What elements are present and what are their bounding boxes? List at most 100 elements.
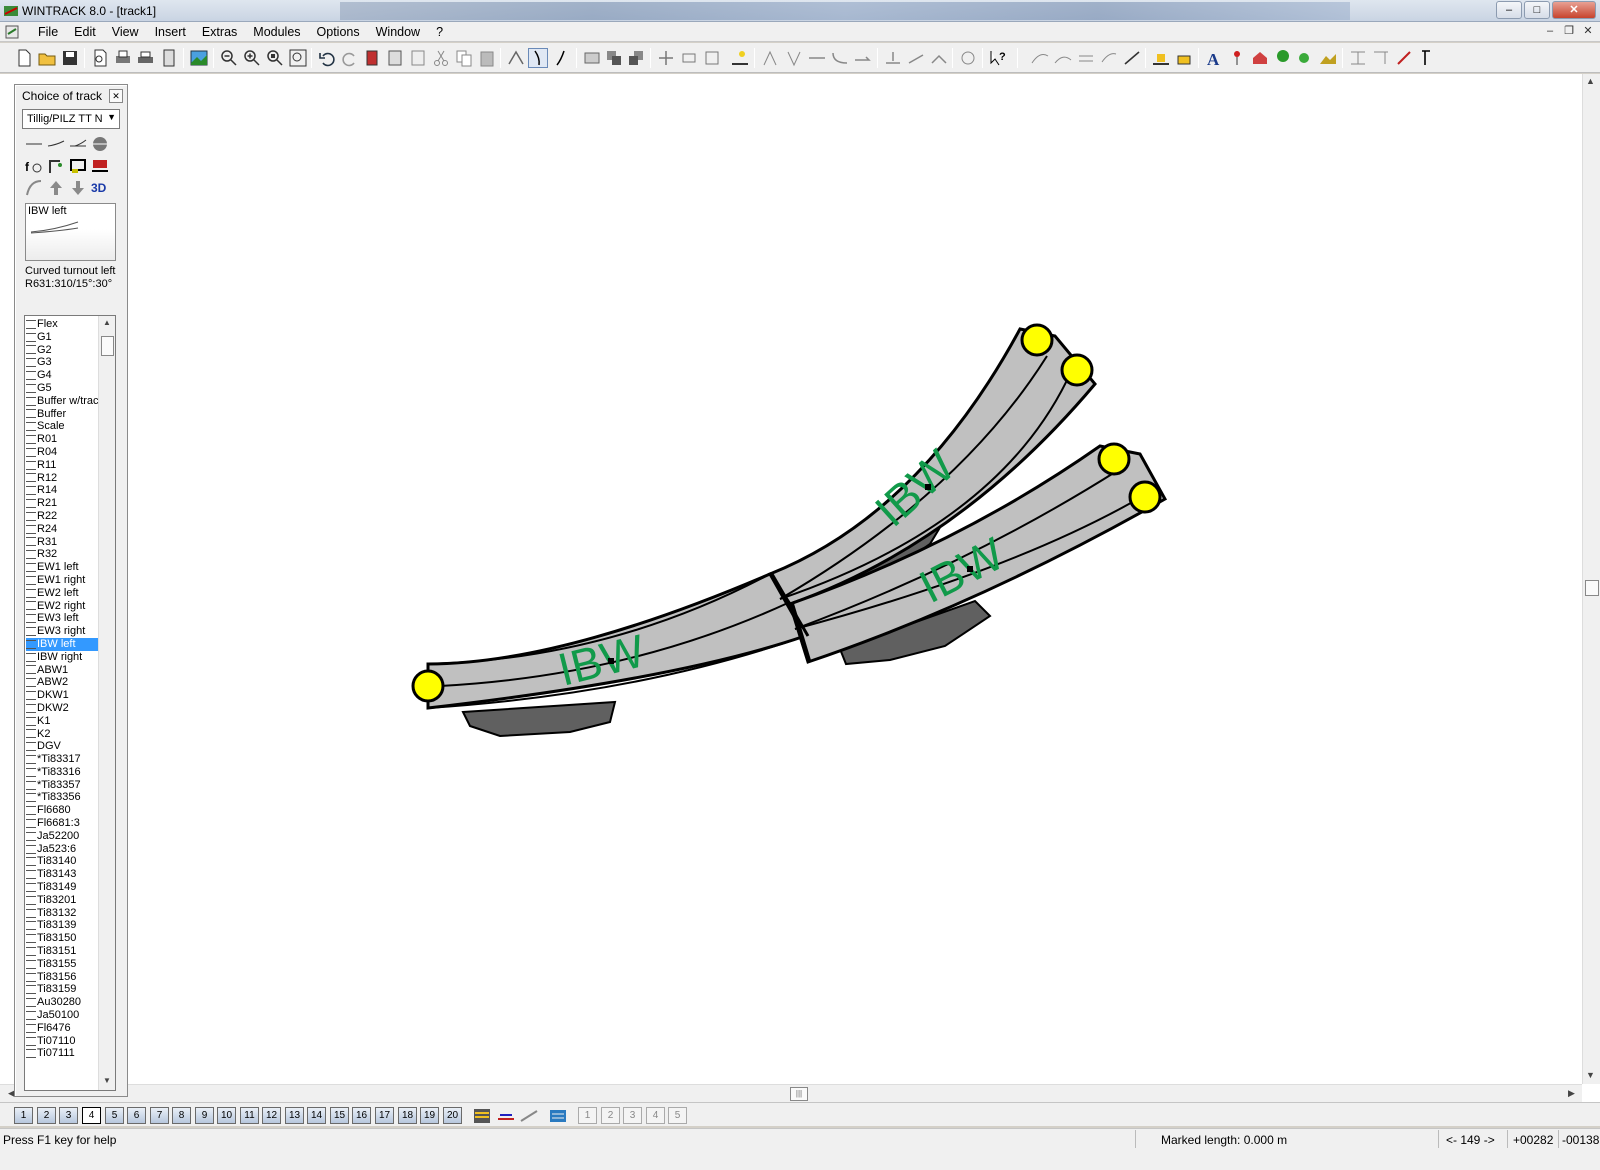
layer-button[interactable]: 10: [217, 1107, 236, 1124]
track-list-item[interactable]: Ti83155: [26, 958, 98, 971]
shrub-icon[interactable]: [1296, 48, 1316, 68]
fill-icon[interactable]: [1416, 48, 1436, 68]
track-list-item[interactable]: DGV: [26, 740, 98, 753]
zoom-out-icon[interactable]: [219, 48, 239, 68]
dimension-icon[interactable]: [1371, 48, 1391, 68]
chevron-down-icon[interactable]: ▼: [107, 112, 116, 122]
rotate-180-icon[interactable]: [702, 48, 722, 68]
track-list-item[interactable]: R32: [26, 548, 98, 561]
track-list-item[interactable]: *Ti83356: [26, 791, 98, 804]
new-file-icon[interactable]: [14, 48, 34, 68]
layer-button[interactable]: 5: [105, 1107, 124, 1124]
mdi-minimize-button[interactable]: –: [1542, 24, 1558, 39]
join-track-icon[interactable]: [784, 48, 804, 68]
send-back-icon[interactable]: [626, 48, 646, 68]
table-icon[interactable]: [408, 48, 428, 68]
track-list-item[interactable]: EW3 right: [26, 625, 98, 638]
terrain-icon[interactable]: [1151, 48, 1171, 68]
track-list-item[interactable]: Fl6680: [26, 804, 98, 817]
height-icon[interactable]: [883, 48, 903, 68]
layer-button[interactable]: 4: [82, 1107, 101, 1124]
manufacturer-select[interactable]: Tillig/PILZ TT N ▼: [22, 109, 120, 129]
track-list-item[interactable]: G3: [26, 356, 98, 369]
track-list-item[interactable]: Ti83140: [26, 855, 98, 868]
sublayer-button[interactable]: 2: [601, 1107, 620, 1124]
track-list-item[interactable]: R21: [26, 497, 98, 510]
track-list-item[interactable]: Ti83150: [26, 932, 98, 945]
track-mode-icon[interactable]: [506, 48, 526, 68]
house-icon[interactable]: [1250, 48, 1270, 68]
mdi-restore-button[interactable]: ❐: [1561, 24, 1577, 39]
track-list-item[interactable]: Buffer w/track: [26, 395, 98, 408]
open-folder-icon[interactable]: [37, 48, 57, 68]
snap-icon[interactable]: [958, 48, 978, 68]
group-icon[interactable]: [582, 48, 602, 68]
menu-help[interactable]: ?: [428, 25, 451, 39]
track-list-item[interactable]: Ti83149: [26, 881, 98, 894]
scroll-right-icon[interactable]: ▶: [1568, 1088, 1575, 1099]
track-list-item[interactable]: R11: [26, 459, 98, 472]
track-list-item[interactable]: *Ti83317: [26, 753, 98, 766]
track-list-item[interactable]: Ti83159: [26, 983, 98, 996]
track-list-item[interactable]: DKW2: [26, 702, 98, 715]
track-list-item[interactable]: Ti83151: [26, 945, 98, 958]
track-list-item[interactable]: R24: [26, 523, 98, 536]
move-icon[interactable]: [656, 48, 676, 68]
track-list-item[interactable]: EW1 left: [26, 561, 98, 574]
scroll-up-icon[interactable]: ▲: [103, 318, 111, 327]
zoom-all-icon[interactable]: [288, 48, 308, 68]
layer-visibility-icon[interactable]: [519, 1107, 539, 1125]
menu-options[interactable]: Options: [309, 25, 368, 39]
raise-icon[interactable]: [47, 179, 65, 197]
track-list-item[interactable]: Ti83132: [26, 907, 98, 920]
split-track-icon[interactable]: [760, 48, 780, 68]
panel-close-button[interactable]: ✕: [109, 89, 123, 103]
track-list-item[interactable]: R04: [26, 446, 98, 459]
track-list-item[interactable]: Ja50100: [26, 1009, 98, 1022]
layer-button[interactable]: 18: [398, 1107, 417, 1124]
station-icon[interactable]: f: [25, 157, 43, 175]
track-list-item[interactable]: Ti07110: [26, 1035, 98, 1048]
print-preview-icon[interactable]: [90, 48, 110, 68]
tunnel-icon[interactable]: [25, 179, 43, 197]
scroll-up-icon[interactable]: ▲: [1586, 76, 1595, 86]
track-endpoint[interactable]: [1060, 353, 1094, 387]
straight-track-icon[interactable]: [25, 135, 43, 153]
layer-button[interactable]: 3: [59, 1107, 78, 1124]
parallel-track-icon[interactable]: [1076, 48, 1096, 68]
horizontal-scroll-thumb[interactable]: |||: [790, 1087, 808, 1101]
layer-button[interactable]: 7: [150, 1107, 169, 1124]
curved-track-icon[interactable]: [47, 135, 65, 153]
list-icon[interactable]: [385, 48, 405, 68]
track-endpoint[interactable]: [411, 669, 445, 703]
layer-button[interactable]: 17: [375, 1107, 394, 1124]
paste-icon[interactable]: [477, 48, 497, 68]
sublayer-button[interactable]: 4: [646, 1107, 665, 1124]
track-list-item[interactable]: *Ti83316: [26, 766, 98, 779]
layer-button[interactable]: 15: [330, 1107, 349, 1124]
save-icon[interactable]: [60, 48, 80, 68]
flex-track-icon[interactable]: [552, 48, 572, 68]
track-list-item[interactable]: Ti83156: [26, 971, 98, 984]
zoom-in-icon[interactable]: [242, 48, 262, 68]
track-list-item[interactable]: EW3 left: [26, 612, 98, 625]
track-list-item[interactable]: IBW right: [26, 651, 98, 664]
track-list-item[interactable]: R12: [26, 472, 98, 485]
track-endpoint[interactable]: [1097, 442, 1131, 476]
track-list-item[interactable]: Ti83201: [26, 894, 98, 907]
draw-icon[interactable]: [1394, 48, 1414, 68]
layer-button[interactable]: 11: [240, 1107, 259, 1124]
menu-edit[interactable]: Edit: [66, 25, 104, 39]
track-list-item[interactable]: R31: [26, 536, 98, 549]
layer-button[interactable]: 12: [262, 1107, 281, 1124]
track-list-item[interactable]: G5: [26, 382, 98, 395]
layer-button[interactable]: 13: [285, 1107, 304, 1124]
undo-icon[interactable]: [317, 48, 337, 68]
track-list-item[interactable]: Ja523:6: [26, 843, 98, 856]
cut-track-icon[interactable]: [1122, 48, 1142, 68]
layer-button[interactable]: 6: [127, 1107, 146, 1124]
menu-view[interactable]: View: [104, 25, 147, 39]
layers-icon[interactable]: [472, 1107, 492, 1125]
track-list-item[interactable]: Ti83143: [26, 868, 98, 881]
track-list-item[interactable]: DKW1: [26, 689, 98, 702]
